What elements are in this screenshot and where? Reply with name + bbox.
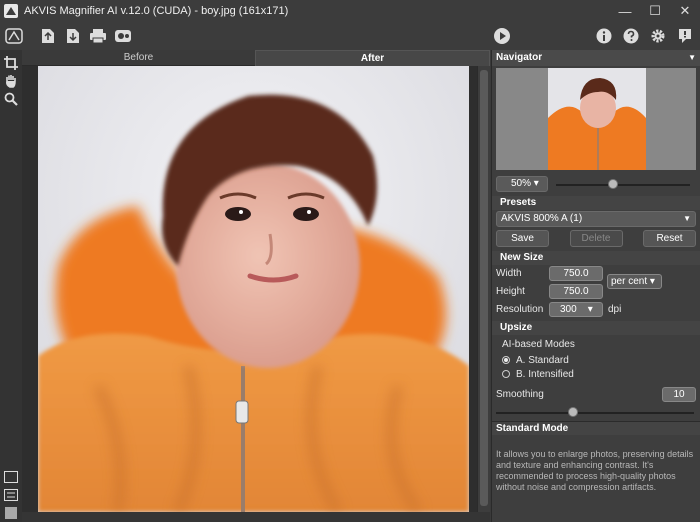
smoothing-row: Smoothing 10 [492, 385, 700, 417]
navigator-thumbnail [548, 68, 646, 170]
resolution-label: Resolution [496, 304, 544, 315]
resolution-value: 300 [560, 304, 577, 315]
mode-a-option[interactable]: A. Standard [492, 353, 700, 367]
mode-a-radio[interactable] [502, 356, 510, 364]
app-logo-icon [4, 4, 18, 18]
delete-preset-button[interactable]: Delete [569, 230, 623, 247]
vertical-scrollbar-thumb[interactable] [480, 70, 488, 506]
print-icon[interactable] [87, 25, 109, 47]
image-canvas[interactable] [22, 66, 490, 512]
preset-selected: AKVIS 800% A (1) [501, 213, 583, 224]
ai-modes-label: AI-based Modes [502, 339, 575, 350]
height-row: Height 750.0 [492, 283, 700, 301]
notifications-icon[interactable] [674, 25, 696, 47]
title-bar: AKVIS Magnifier AI v.12.0 (CUDA) - boy.j… [0, 0, 700, 22]
reset-preset-button[interactable]: Reset [643, 230, 696, 247]
width-row: Width 750.0 per cent ▾ [492, 265, 700, 289]
save-file-icon[interactable] [62, 25, 84, 47]
width-field[interactable]: 750.0 [549, 266, 603, 281]
main-toolbar [0, 22, 700, 50]
view-split-icon[interactable] [0, 486, 22, 504]
tab-after[interactable]: After [255, 50, 490, 66]
zoom-icon[interactable] [0, 90, 22, 108]
mode-b-radio[interactable] [502, 370, 510, 378]
zoom-value: 50% [511, 178, 532, 189]
width-label: Width [496, 268, 522, 279]
help-icon[interactable] [620, 25, 642, 47]
height-field[interactable]: 750.0 [549, 284, 603, 299]
smoothing-field[interactable]: 10 [662, 387, 696, 402]
zoom-slider-handle[interactable] [608, 179, 618, 189]
navigator-title: Navigator [496, 52, 543, 63]
navigator-preview[interactable] [496, 68, 696, 170]
preset-buttons: Save Delete Reset [492, 228, 700, 249]
home-icon[interactable] [3, 25, 25, 47]
info-icon[interactable] [593, 25, 615, 47]
gear-icon[interactable] [647, 25, 669, 47]
new-size-title: New Size [492, 251, 700, 265]
mode-a-label: A. Standard [516, 354, 569, 366]
navigator-header: Navigator ▼ [492, 50, 700, 66]
result-photo [38, 66, 469, 512]
horizontal-scrollbar[interactable] [22, 512, 490, 522]
height-label: Height [496, 286, 525, 297]
zoom-slider[interactable] [556, 184, 690, 186]
open-file-icon[interactable] [37, 25, 59, 47]
window-title: AKVIS Magnifier AI v.12.0 (CUDA) - boy.j… [24, 5, 289, 17]
smoothing-slider[interactable] [496, 412, 694, 414]
save-preset-button[interactable]: Save [496, 230, 549, 247]
mode-b-label: B. Intensified [516, 368, 574, 380]
mode-info-title: Standard Mode [492, 421, 700, 435]
mode-info-description: It allows you to enlarge photos, preserv… [496, 449, 694, 492]
vertical-scrollbar[interactable] [477, 66, 490, 512]
resolution-unit: dpi [608, 304, 622, 315]
maximize-button[interactable]: ☐ [640, 0, 670, 22]
resolution-select[interactable]: 300 ▾ [549, 302, 603, 317]
minimize-button[interactable]: — [610, 0, 640, 22]
smoothing-slider-handle[interactable] [568, 407, 578, 417]
batch-settings-icon[interactable] [112, 25, 134, 47]
smoothing-label: Smoothing [496, 389, 544, 400]
tools-strip [0, 50, 22, 522]
mode-b-option[interactable]: B. Intensified [492, 367, 700, 381]
chevron-down-icon: ▼ [683, 214, 691, 223]
background-color-icon[interactable] [0, 504, 22, 522]
presets-title: Presets [492, 196, 700, 210]
resolution-row: Resolution 300 ▾ dpi [492, 301, 700, 319]
chevron-down-icon[interactable]: ▼ [688, 50, 696, 66]
hand-icon[interactable] [0, 72, 22, 90]
tab-before[interactable]: Before [22, 50, 255, 66]
zoom-row: 50% ▾ [492, 174, 700, 196]
preset-select[interactable]: AKVIS 800% A (1) ▼ [496, 211, 696, 227]
close-button[interactable]: ✕ [670, 0, 700, 22]
zoom-select[interactable]: 50% ▾ [496, 176, 548, 192]
before-after-tabs: Before After [22, 50, 490, 66]
run-play-icon[interactable] [491, 25, 513, 47]
crop-icon[interactable] [0, 54, 22, 72]
view-single-icon[interactable] [0, 468, 22, 486]
upsize-title: Upsize [492, 321, 700, 335]
settings-panel: Navigator ▼ 50% ▾ Presets AKVIS 800% A (… [491, 50, 700, 522]
